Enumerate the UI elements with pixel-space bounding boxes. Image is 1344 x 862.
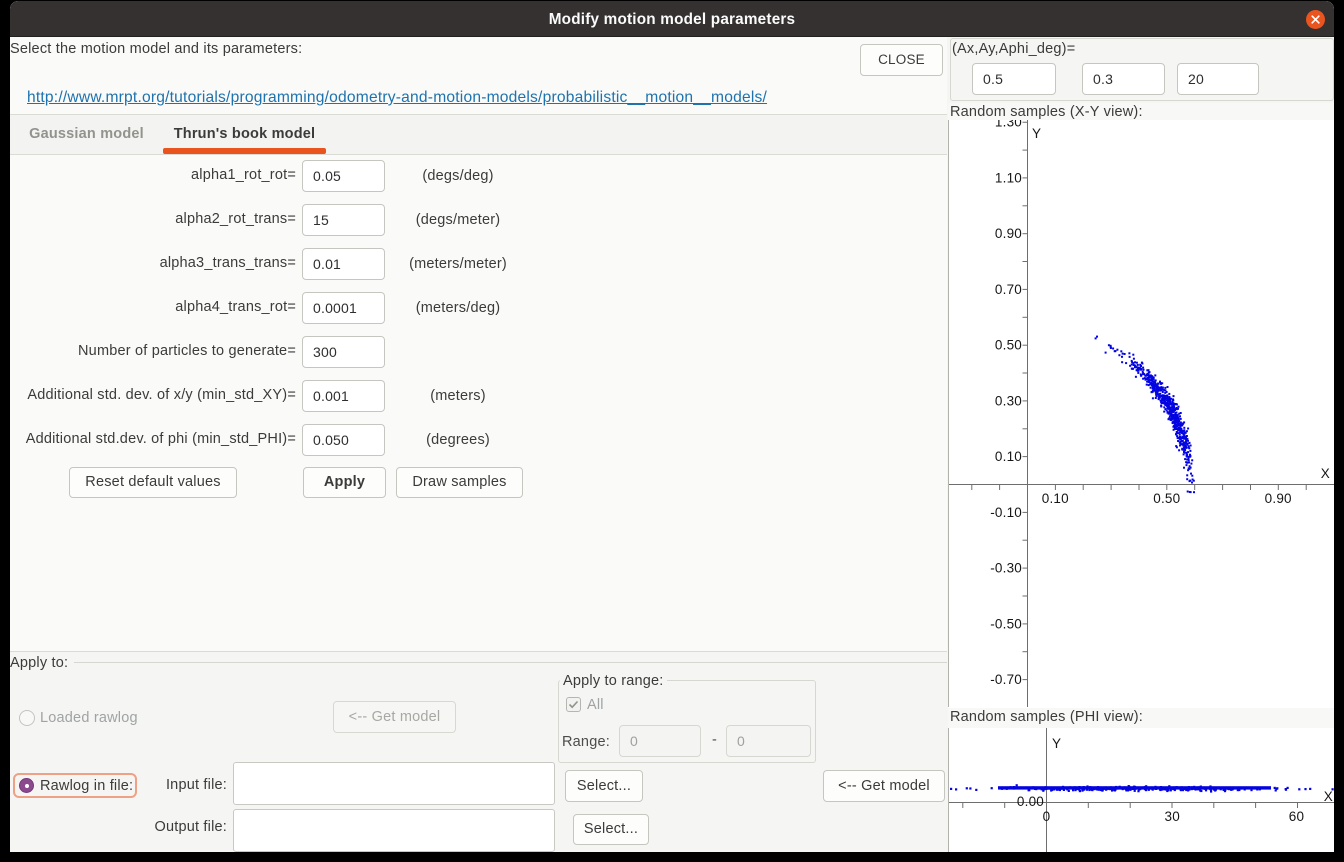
svg-text:-0.30: -0.30	[990, 561, 1022, 576]
svg-text:0.50: 0.50	[995, 338, 1022, 353]
svg-text:1.10: 1.10	[995, 170, 1022, 185]
svg-text:0.70: 0.70	[995, 282, 1022, 297]
svg-text:1.30: 1.30	[995, 120, 1022, 130]
svg-text:X: X	[1324, 789, 1333, 804]
svg-text:0.10: 0.10	[995, 449, 1022, 464]
svg-text:Y: Y	[1052, 736, 1061, 751]
svg-text:30: 30	[1164, 809, 1179, 824]
svg-text:0.90: 0.90	[995, 226, 1022, 241]
svg-text:-0.50: -0.50	[990, 616, 1022, 631]
svg-text:-0.70: -0.70	[990, 672, 1022, 687]
svg-text:Y: Y	[1032, 126, 1041, 141]
svg-text:0.00: 0.00	[1017, 794, 1044, 809]
svg-text:0: 0	[1043, 809, 1051, 824]
svg-text:60: 60	[1289, 809, 1304, 824]
svg-text:0.10: 0.10	[1042, 491, 1069, 506]
svg-text:0.50: 0.50	[1153, 491, 1180, 506]
svg-text:X: X	[1321, 466, 1330, 481]
svg-text:0.90: 0.90	[1265, 491, 1292, 506]
svg-text:0.30: 0.30	[995, 393, 1022, 408]
svg-text:-0.10: -0.10	[990, 505, 1022, 520]
